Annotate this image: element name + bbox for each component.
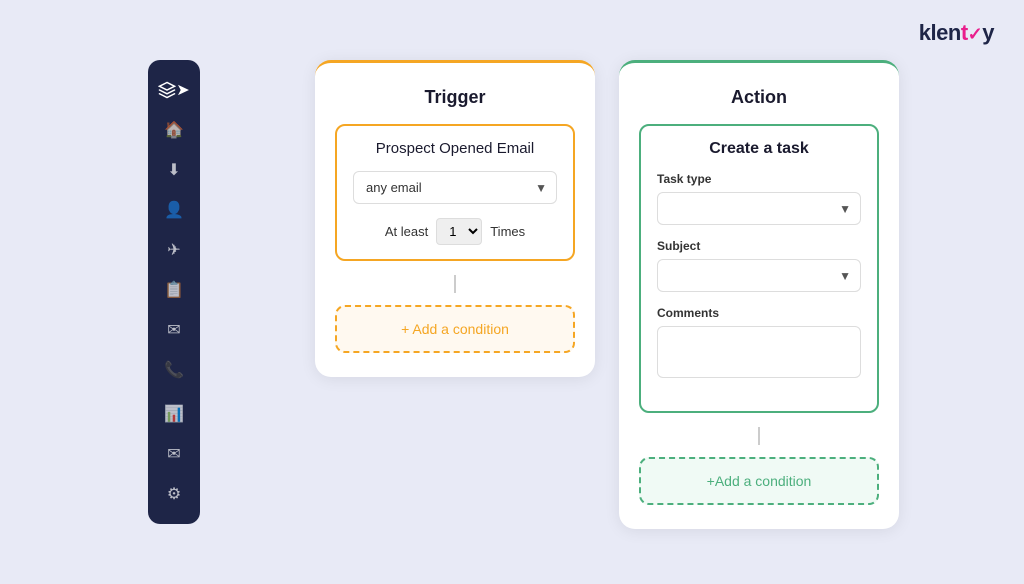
email-select-row: any email specific email ▼ — [353, 171, 557, 204]
email-type-select[interactable]: any email specific email — [353, 171, 557, 204]
sidebar-item-mail[interactable]: ✉ — [156, 312, 192, 348]
action-connector-line — [758, 427, 760, 445]
subject-select-row: ▼ — [657, 259, 861, 292]
klenty-logo: klent✓y — [919, 20, 994, 46]
times-row: At least 1 2 3 Times — [353, 218, 557, 245]
action-card: Action Create a task Task type Call Emai… — [619, 60, 899, 529]
sidebar-item-settings[interactable]: ⚙ — [156, 476, 192, 512]
action-card-title: Action — [639, 87, 879, 108]
logo-check-icon: ✓ — [968, 24, 983, 45]
trigger-box-title: Prospect Opened Email — [353, 140, 557, 157]
logo-accent: t — [961, 20, 968, 45]
sidebar-item-send[interactable]: ✈ — [156, 232, 192, 268]
trigger-connector — [335, 275, 575, 293]
sidebar-item-reports[interactable]: 📊 — [156, 396, 192, 432]
sidebar-item-download[interactable]: ⬇ — [156, 152, 192, 188]
times-count-select[interactable]: 1 2 3 — [436, 218, 482, 245]
at-least-label: At least — [385, 224, 428, 239]
sidebar-item-contacts[interactable]: 👤 — [156, 192, 192, 228]
sidebar-item-calls[interactable]: 📞 — [156, 352, 192, 388]
task-type-group: Task type Call Email LinkedIn ▼ — [657, 172, 861, 225]
task-type-select[interactable]: Call Email LinkedIn — [657, 192, 861, 225]
comments-textarea[interactable] — [657, 326, 861, 378]
sidebar-item-tasks[interactable]: 📋 — [156, 272, 192, 308]
connector-line — [454, 275, 456, 293]
sidebar: ➤ 🏠 ⬇ 👤 ✈ 📋 ✉ 📞 📊 ✉ ⚙ — [148, 60, 200, 524]
trigger-box: Prospect Opened Email any email specific… — [335, 124, 575, 261]
task-type-select-row: Call Email LinkedIn ▼ — [657, 192, 861, 225]
sidebar-item-home[interactable]: 🏠 — [156, 112, 192, 148]
comments-group: Comments — [657, 306, 861, 383]
trigger-card-title: Trigger — [335, 87, 575, 108]
action-box-title: Create a task — [657, 140, 861, 158]
action-add-condition-button[interactable]: +Add a condition — [639, 457, 879, 505]
comments-label: Comments — [657, 306, 861, 320]
subject-select[interactable] — [657, 259, 861, 292]
sidebar-item-email2[interactable]: ✉ — [156, 436, 192, 472]
subject-group: Subject ▼ — [657, 239, 861, 292]
main-content: Trigger Prospect Opened Email any email … — [210, 60, 1004, 524]
task-type-label: Task type — [657, 172, 861, 186]
action-connector — [639, 427, 879, 445]
subject-label: Subject — [657, 239, 861, 253]
trigger-card: Trigger Prospect Opened Email any email … — [315, 60, 595, 377]
action-box: Create a task Task type Call Email Linke… — [639, 124, 879, 413]
trigger-add-condition-button[interactable]: + Add a condition — [335, 305, 575, 353]
times-label: Times — [490, 224, 525, 239]
sidebar-item-location[interactable]: ➤ — [156, 72, 192, 108]
